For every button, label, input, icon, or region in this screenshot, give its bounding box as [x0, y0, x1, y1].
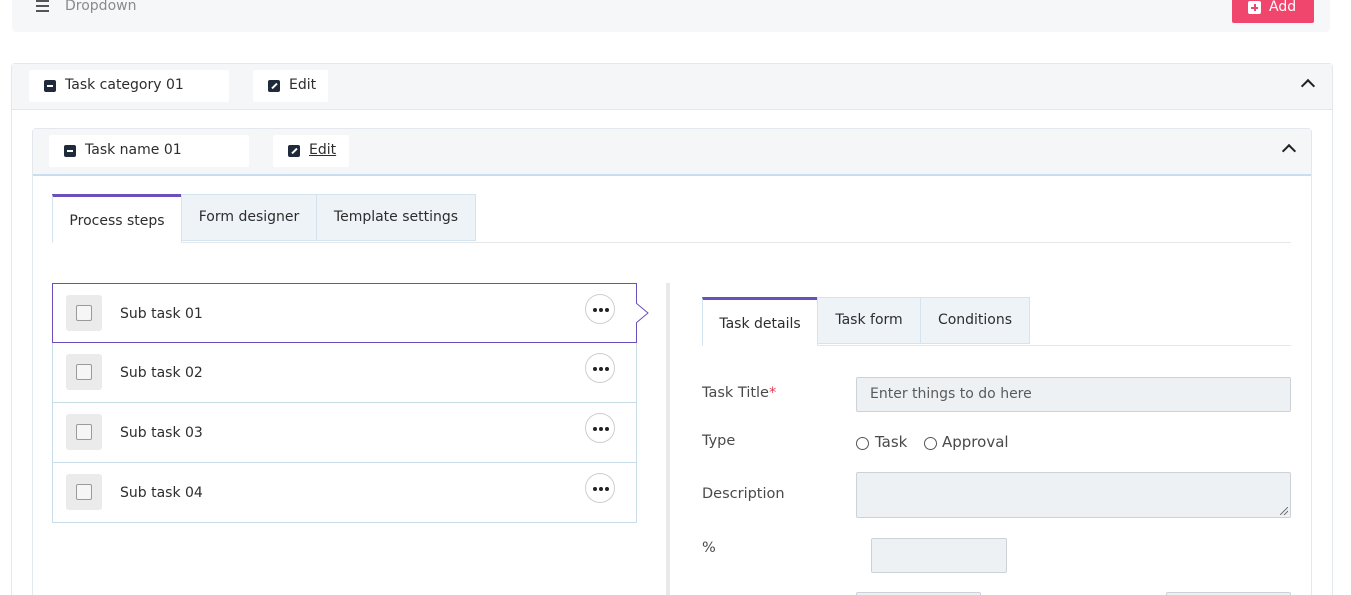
- tab-template-settings[interactable]: Template settings: [316, 194, 476, 241]
- subtask-name: Sub task 04: [120, 485, 203, 501]
- task-name: Task name 01: [85, 142, 182, 158]
- tab-process-steps[interactable]: Process steps: [52, 194, 182, 243]
- top-bar: Dropdown Add: [12, 0, 1330, 32]
- list-item[interactable]: Sub task 03: [52, 403, 637, 463]
- description-label: Description: [702, 486, 785, 502]
- tab-task-details[interactable]: Task details: [702, 297, 818, 346]
- task-title-label: Task Title*: [702, 385, 777, 401]
- tab-task-form[interactable]: Task form: [817, 297, 921, 344]
- main-tabs-baseline: [52, 242, 1291, 243]
- checkbox-wrapper: [66, 414, 102, 450]
- type-label: Type: [702, 433, 736, 449]
- subtask-checkbox[interactable]: [76, 484, 92, 500]
- add-button-label: Add: [1269, 0, 1297, 15]
- page-title: Dropdown: [65, 0, 137, 14]
- collapse-minus-icon: [64, 145, 76, 157]
- type-task-radio[interactable]: [856, 437, 869, 450]
- checkbox-wrapper: [66, 474, 102, 510]
- task-title-placeholder: Enter things to do here: [870, 386, 1032, 402]
- more-options-icon[interactable]: [585, 413, 615, 443]
- tab-label: Task details: [719, 316, 801, 332]
- percent-input[interactable]: [871, 538, 1007, 573]
- subtask-checkbox[interactable]: [76, 364, 92, 380]
- tab-form-designer[interactable]: Form designer: [181, 194, 317, 241]
- subtask-list: Sub task 01 Sub task 02 Sub task 03 Sub …: [52, 283, 637, 523]
- task-header[interactable]: Task name 01 Edit: [33, 129, 1311, 176]
- task-name-toggle[interactable]: Task name 01: [49, 135, 249, 167]
- task-category-name: Task category 01: [65, 77, 184, 93]
- list-item[interactable]: Sub task 04: [52, 463, 637, 523]
- subtask-checkbox[interactable]: [76, 305, 92, 321]
- chevron-up-icon[interactable]: [1300, 78, 1316, 94]
- subtask-checkbox[interactable]: [76, 424, 92, 440]
- subtask-name: Sub task 02: [120, 365, 203, 381]
- tab-label: Process steps: [69, 213, 165, 229]
- resize-grip-icon[interactable]: [1280, 507, 1288, 515]
- type-task-label: Task: [875, 433, 908, 451]
- description-textarea[interactable]: [856, 472, 1291, 518]
- type-approval-label: Approval: [942, 433, 1009, 451]
- chevron-up-icon[interactable]: [1281, 143, 1297, 159]
- task-edit-button[interactable]: Edit: [273, 135, 349, 167]
- percent-label: %: [702, 540, 716, 556]
- selection-pointer-icon: [636, 303, 649, 323]
- collapse-minus-icon: [44, 80, 56, 92]
- subtask-name: Sub task 03: [120, 425, 203, 441]
- checkbox-wrapper: [66, 295, 102, 331]
- panel-divider: [666, 283, 670, 595]
- task-category-toggle[interactable]: Task category 01: [29, 70, 229, 102]
- task-title-input[interactable]: Enter things to do here: [856, 377, 1291, 412]
- more-options-icon[interactable]: [585, 353, 615, 383]
- tab-label: Conditions: [937, 312, 1013, 328]
- edit-icon: [288, 145, 300, 157]
- category-edit-button[interactable]: Edit: [253, 70, 328, 102]
- task-edit-label: Edit: [309, 142, 337, 158]
- hamburger-menu-icon[interactable]: [36, 0, 49, 12]
- tab-label: Template settings: [333, 209, 459, 225]
- task-category-header[interactable]: Task category 01 Edit: [12, 64, 1332, 110]
- category-edit-label: Edit: [289, 77, 317, 93]
- tab-conditions[interactable]: Conditions: [920, 297, 1030, 344]
- list-item[interactable]: Sub task 02: [52, 343, 637, 403]
- plus-square-icon: [1248, 1, 1261, 14]
- edit-icon: [268, 80, 280, 92]
- type-approval-radio[interactable]: [924, 437, 937, 450]
- add-button[interactable]: Add: [1232, 0, 1314, 23]
- subtask-name: Sub task 01: [120, 306, 203, 322]
- list-item[interactable]: Sub task 01: [52, 283, 637, 343]
- tab-label: Task form: [835, 312, 903, 328]
- more-options-icon[interactable]: [585, 473, 615, 503]
- tab-label: Form designer: [198, 209, 300, 225]
- checkbox-wrapper: [66, 354, 102, 390]
- required-mark: *: [768, 385, 777, 401]
- more-options-icon[interactable]: [585, 294, 615, 324]
